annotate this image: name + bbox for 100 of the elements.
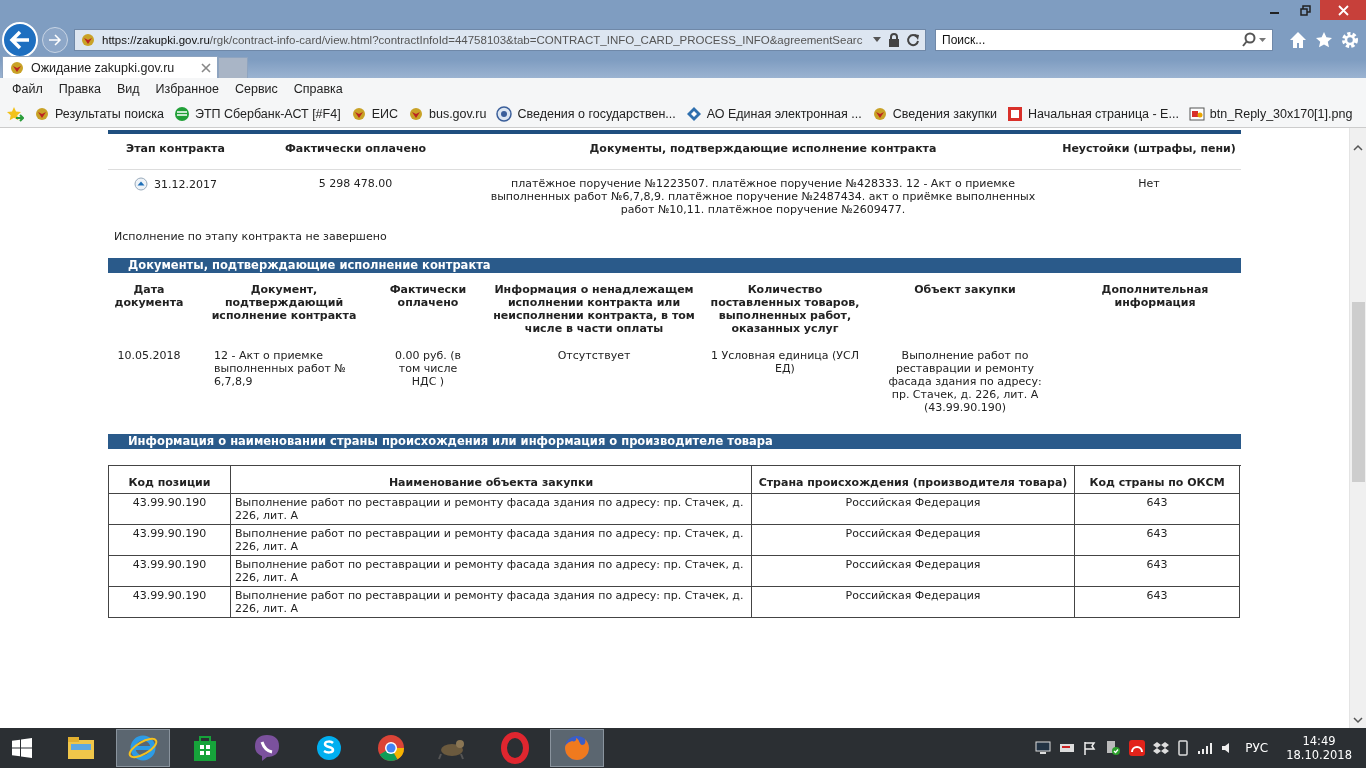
table-cell: Российская Федерация [752, 587, 1075, 618]
lock-icon [888, 32, 900, 47]
table-cell: Выполнение работ по реставрации и ремонту фасада здания по адресу: пр. Стачек, д. 226, лит. А [231, 494, 752, 525]
column-header: Объект закупки [913, 283, 1017, 298]
menu-item[interactable]: Справка [285, 82, 351, 96]
circle-browser-icon [375, 732, 407, 764]
column-header: Дата документа [113, 283, 185, 311]
menu-item[interactable]: Вид [108, 82, 148, 96]
table-cell-text: Нет [1137, 177, 1161, 192]
favorite-link[interactable]: Сведения закупки [871, 105, 998, 122]
back-button[interactable] [2, 21, 38, 58]
eagle-emblem-icon [408, 105, 424, 122]
section-header: Информация о наименовании страны происхождения или информация о производителе товара [108, 434, 1241, 449]
clock-date: 18.10.2018 [1286, 748, 1352, 762]
round-seal-icon [496, 105, 513, 122]
diamond-icon [685, 105, 702, 122]
table-cell-text: Выполнение работ по реставрации и ремонту фасада здания по адресу: пр. Стачек, д. 226, лит. А (43.99.90.190) [887, 349, 1043, 414]
refresh-icon[interactable] [906, 32, 920, 47]
column-header: Количество поставленных товаров, выполненных работ, оказанных услуг [710, 283, 860, 335]
table-cell: 43.99.90.190 [109, 587, 231, 618]
column-header: Страна происхождения (производителя товара) [752, 466, 1075, 494]
scrollbar-thumb[interactable] [1351, 302, 1365, 482]
device-icon[interactable] [1059, 741, 1076, 755]
column-header: Документ, подтверждающий исполнение контракта [210, 283, 358, 324]
image-file-icon [1188, 105, 1205, 122]
column-header: Документы, подтверждающие исполнение контракта [588, 142, 938, 155]
table-cell: 43.99.90.190 [109, 494, 231, 525]
menu-item[interactable]: Сервис [226, 82, 286, 96]
favorite-link[interactable]: Начальная страница - Е... [1007, 105, 1179, 122]
favorite-link[interactable]: Сведения о государствен... [496, 105, 676, 122]
favorite-link[interactable]: ЕИС [350, 105, 398, 122]
flag-icon[interactable] [1083, 741, 1098, 755]
column-header: Этап контракта [125, 142, 226, 155]
column-header: Код позиции [109, 466, 231, 494]
column-header: Наименование объекта закупки [231, 466, 752, 494]
column-header: Информация о ненадлежащем исполнении контракта или неисполнении контракта, в том числе в части оплаты [492, 283, 696, 335]
table-cell: 643 [1075, 587, 1240, 618]
table-cell: Выполнение работ по реставрации и ремонту фасада здания по адресу: пр. Стачек, д. 226, лит. А [231, 556, 752, 587]
favorite-link[interactable]: btn_Reply_30x170[1].png [1188, 105, 1353, 122]
star-icon[interactable] [1315, 30, 1333, 49]
table-cell-text: 10.05.2018 [116, 349, 182, 364]
clock-time: 14:49 [1302, 734, 1336, 748]
table-cell: Выполнение работ по реставрации и ремонту фасада здания по адресу: пр. Стачек, д. 226, лит. А [231, 525, 752, 556]
eagle-emblem-icon [871, 105, 888, 122]
menu-item[interactable]: Правка [50, 82, 109, 96]
table-cell: 643 [1075, 525, 1240, 556]
column-header: Фактически оплачено [388, 283, 468, 311]
arrow-up-icon[interactable] [1353, 144, 1363, 152]
tab-title: Ожидание zakupki.gov.ru [31, 60, 176, 75]
striped-disc-icon [173, 105, 190, 122]
stage-date: 31.12.2017 [154, 177, 217, 191]
search-icon[interactable] [1241, 31, 1267, 48]
home-icon[interactable] [1289, 30, 1307, 49]
favorite-link[interactable]: АО Единая электронная ... [685, 105, 862, 122]
column-header: Код страны по ОКСМ [1075, 466, 1240, 494]
section-header: Документы, подтверждающие исполнение контракта [108, 258, 1241, 273]
table-cell: 643 [1075, 494, 1240, 525]
search-field[interactable]: Поиск... [935, 28, 1273, 51]
menu-item[interactable]: Файл [4, 82, 51, 96]
phone-icon[interactable] [1177, 740, 1190, 756]
eagle-emblem-icon [9, 59, 25, 76]
restore-icon[interactable] [1299, 4, 1311, 16]
address-bar[interactable]: https://zakupki.gov.ru/rgk/contract-info-card/view.html?contractInfoId=44758103&tab=CONTRACT_INFO_CARD_PROCESS_INFO&agreementSearc [74, 28, 926, 51]
dropbox-icon[interactable] [1153, 741, 1170, 755]
close-icon[interactable] [201, 62, 211, 73]
column-header: Дополнительная информация [1100, 283, 1210, 311]
table-cell: Российская Федерация [752, 556, 1075, 587]
toggle-icon[interactable] [134, 177, 148, 191]
dropdown-caret-icon[interactable] [872, 35, 882, 44]
eagle-emblem-icon [80, 31, 96, 48]
language-indicator[interactable]: РУС [1245, 741, 1269, 755]
table-cell: 43.99.90.190 [109, 525, 231, 556]
favorite-link[interactable]: Результаты поиска [34, 105, 164, 122]
signal-bars-icon[interactable] [1197, 742, 1214, 754]
column-header: Неустойки (штрафы, пени) [1061, 142, 1237, 155]
table-cell: 43.99.90.190 [109, 556, 231, 587]
table-cell: Выполнение работ по реставрации и ремонту фасада здания по адресу: пр. Стачек, д. 226, лит. А [231, 587, 752, 618]
table-cell-text: Отсутствует [556, 349, 632, 364]
favorite-link[interactable]: bus.gov.ru [408, 105, 487, 122]
scrollbar[interactable] [1349, 128, 1366, 728]
start-windows-icon[interactable] [12, 738, 32, 758]
close-button[interactable] [1320, 0, 1366, 20]
table-cell-text: 0.00 руб. (в том числе НДС ) [393, 349, 462, 390]
monitor-icon[interactable] [1035, 741, 1052, 755]
browser-tab[interactable]: Ожидание zakupki.gov.ru [2, 56, 218, 78]
settings-icon[interactable] [1341, 30, 1359, 49]
star-arrow-icon[interactable] [6, 105, 24, 122]
table-cell-text: 12 - Акт о приемке выполненных работ № 6,7,8,9 [213, 349, 347, 390]
arrow-down-icon[interactable] [1353, 716, 1363, 724]
speaker-icon[interactable] [1221, 742, 1232, 754]
status-note: Исполнение по этапу контракта не завершено [113, 229, 388, 245]
table-cell-text: 1 Условная единица (УСЛ ЕД) [710, 349, 860, 377]
favorite-link[interactable]: ЭТП Сбербанк-АСТ [#F4] [173, 105, 341, 122]
arrow-left-icon[interactable] [9, 29, 31, 50]
column-header: Фактически оплачено [283, 142, 428, 155]
eagle-emblem-icon [350, 105, 367, 122]
table-cell: 643 [1075, 556, 1240, 587]
menu-item[interactable]: Избранное [147, 82, 227, 96]
table-cell: Российская Федерация [752, 494, 1075, 525]
table-cell: Российская Федерация [752, 525, 1075, 556]
